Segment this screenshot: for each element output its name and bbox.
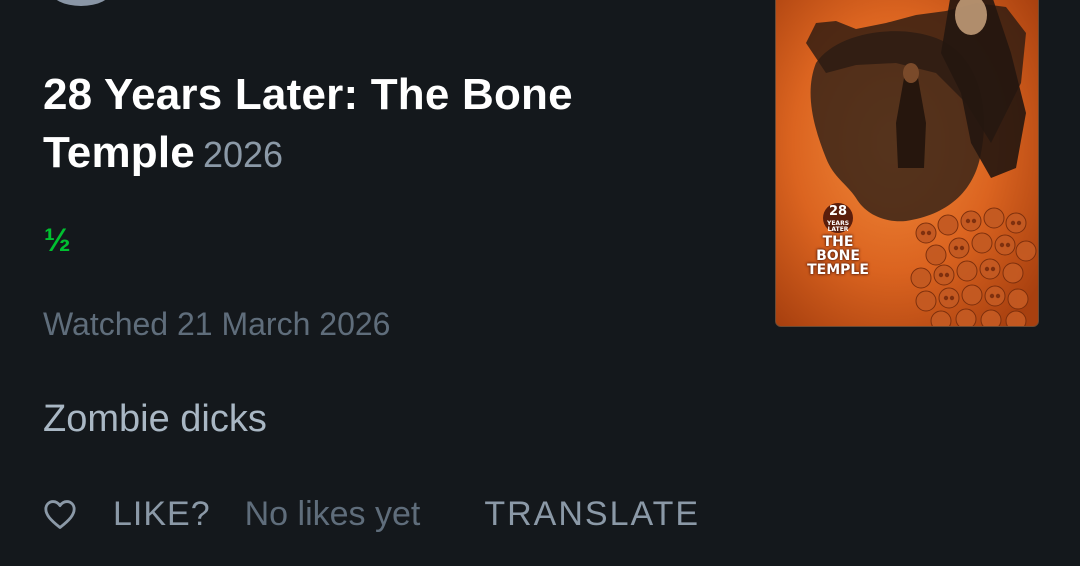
poster-logo-line2: TEMPLE <box>807 262 869 278</box>
like-button[interactable]: LIKE? <box>113 495 211 534</box>
film-poster[interactable]: 28 YEARS LATER THE BONE TEMPLE <box>775 0 1039 327</box>
film-title[interactable]: 28 Years Later: The Bone Temple <box>43 70 573 177</box>
poster-logo-line1: THE BONE <box>816 234 860 264</box>
review-actions: LIKE? No likes yet TRANSLATE <box>43 492 700 536</box>
heart-icon[interactable] <box>43 498 77 530</box>
poster-logo-small: YEARS LATER <box>826 220 850 233</box>
watched-date: Watched 21 March 2026 <box>43 306 391 342</box>
poster-logo-badge: 28 YEARS LATER <box>823 203 853 233</box>
film-heading: 28 Years Later: The Bone Temple 2026 <box>43 66 723 182</box>
star-rating: ½ <box>44 222 71 258</box>
poster-logo-number: 28 <box>828 204 848 219</box>
translate-button[interactable]: TRANSLATE <box>484 495 700 534</box>
poster-logo: 28 YEARS LATER THE BONE TEMPLE <box>804 203 872 277</box>
review-text: Zombie dicks <box>43 398 267 440</box>
likes-count: No likes yet <box>244 494 421 533</box>
avatar[interactable] <box>50 0 112 6</box>
film-year[interactable]: 2026 <box>203 134 283 175</box>
